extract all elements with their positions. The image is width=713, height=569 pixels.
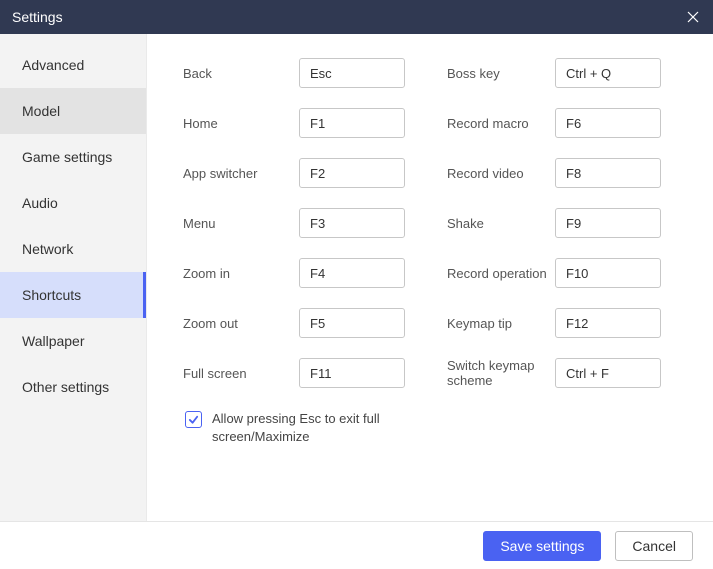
allow-esc-checkbox[interactable] — [185, 411, 202, 428]
shortcut-input[interactable] — [555, 258, 661, 288]
shortcut-input[interactable] — [555, 308, 661, 338]
shortcut-input[interactable] — [299, 308, 405, 338]
shortcut-input[interactable] — [555, 58, 661, 88]
sidebar-item-advanced[interactable]: Advanced — [0, 42, 146, 88]
shortcut-label: Switch keymap scheme — [447, 358, 555, 388]
shortcuts-panel: Back Boss key Home Record macro App switcher… — [147, 34, 713, 521]
close-icon[interactable] — [685, 9, 701, 25]
cancel-button[interactable]: Cancel — [615, 531, 693, 561]
title-bar: Settings — [0, 0, 713, 34]
shortcut-label: Menu — [183, 216, 299, 231]
shortcut-input[interactable] — [555, 108, 661, 138]
shortcut-input[interactable] — [299, 258, 405, 288]
shortcut-label: Shake — [447, 216, 555, 231]
sidebar-item-game-settings[interactable]: Game settings — [0, 134, 146, 180]
shortcut-label: Boss key — [447, 66, 555, 81]
shortcut-input[interactable] — [555, 358, 661, 388]
shortcut-label: Zoom out — [183, 316, 299, 331]
sidebar-item-label: Network — [22, 241, 73, 257]
sidebar-item-label: Other settings — [22, 379, 109, 395]
shortcut-label: Full screen — [183, 366, 299, 381]
shortcut-input[interactable] — [555, 158, 661, 188]
sidebar-item-shortcuts[interactable]: Shortcuts — [0, 272, 146, 318]
shortcut-input[interactable] — [299, 158, 405, 188]
footer: Save settings Cancel — [0, 521, 713, 569]
shortcut-label: Home — [183, 116, 299, 131]
sidebar-item-other-settings[interactable]: Other settings — [0, 364, 146, 410]
sidebar-item-label: Wallpaper — [22, 333, 85, 349]
shortcut-label: Record video — [447, 166, 555, 181]
shortcut-input[interactable] — [299, 108, 405, 138]
shortcut-input[interactable] — [555, 208, 661, 238]
sidebar-item-wallpaper[interactable]: Wallpaper — [0, 318, 146, 364]
sidebar-item-label: Advanced — [22, 57, 84, 73]
shortcut-label: Zoom in — [183, 266, 299, 281]
shortcut-input[interactable] — [299, 208, 405, 238]
sidebar-item-label: Model — [22, 103, 60, 119]
shortcut-label: App switcher — [183, 166, 299, 181]
sidebar: Advanced Model Game settings Audio Network Sh… — [0, 34, 147, 521]
shortcut-input[interactable] — [299, 358, 405, 388]
allow-esc-label: Allow pressing Esc to exit full screen/M… — [212, 410, 402, 446]
shortcut-label: Keymap tip — [447, 316, 555, 331]
shortcut-label: Record operation — [447, 266, 555, 281]
sidebar-item-audio[interactable]: Audio — [0, 180, 146, 226]
window-title: Settings — [12, 9, 63, 25]
sidebar-item-network[interactable]: Network — [0, 226, 146, 272]
sidebar-item-label: Game settings — [22, 149, 112, 165]
shortcut-label: Record macro — [447, 116, 555, 131]
save-button[interactable]: Save settings — [483, 531, 601, 561]
shortcut-label: Back — [183, 66, 299, 81]
sidebar-item-model[interactable]: Model — [0, 88, 146, 134]
shortcut-input[interactable] — [299, 58, 405, 88]
sidebar-item-label: Audio — [22, 195, 58, 211]
sidebar-item-label: Shortcuts — [22, 287, 81, 303]
